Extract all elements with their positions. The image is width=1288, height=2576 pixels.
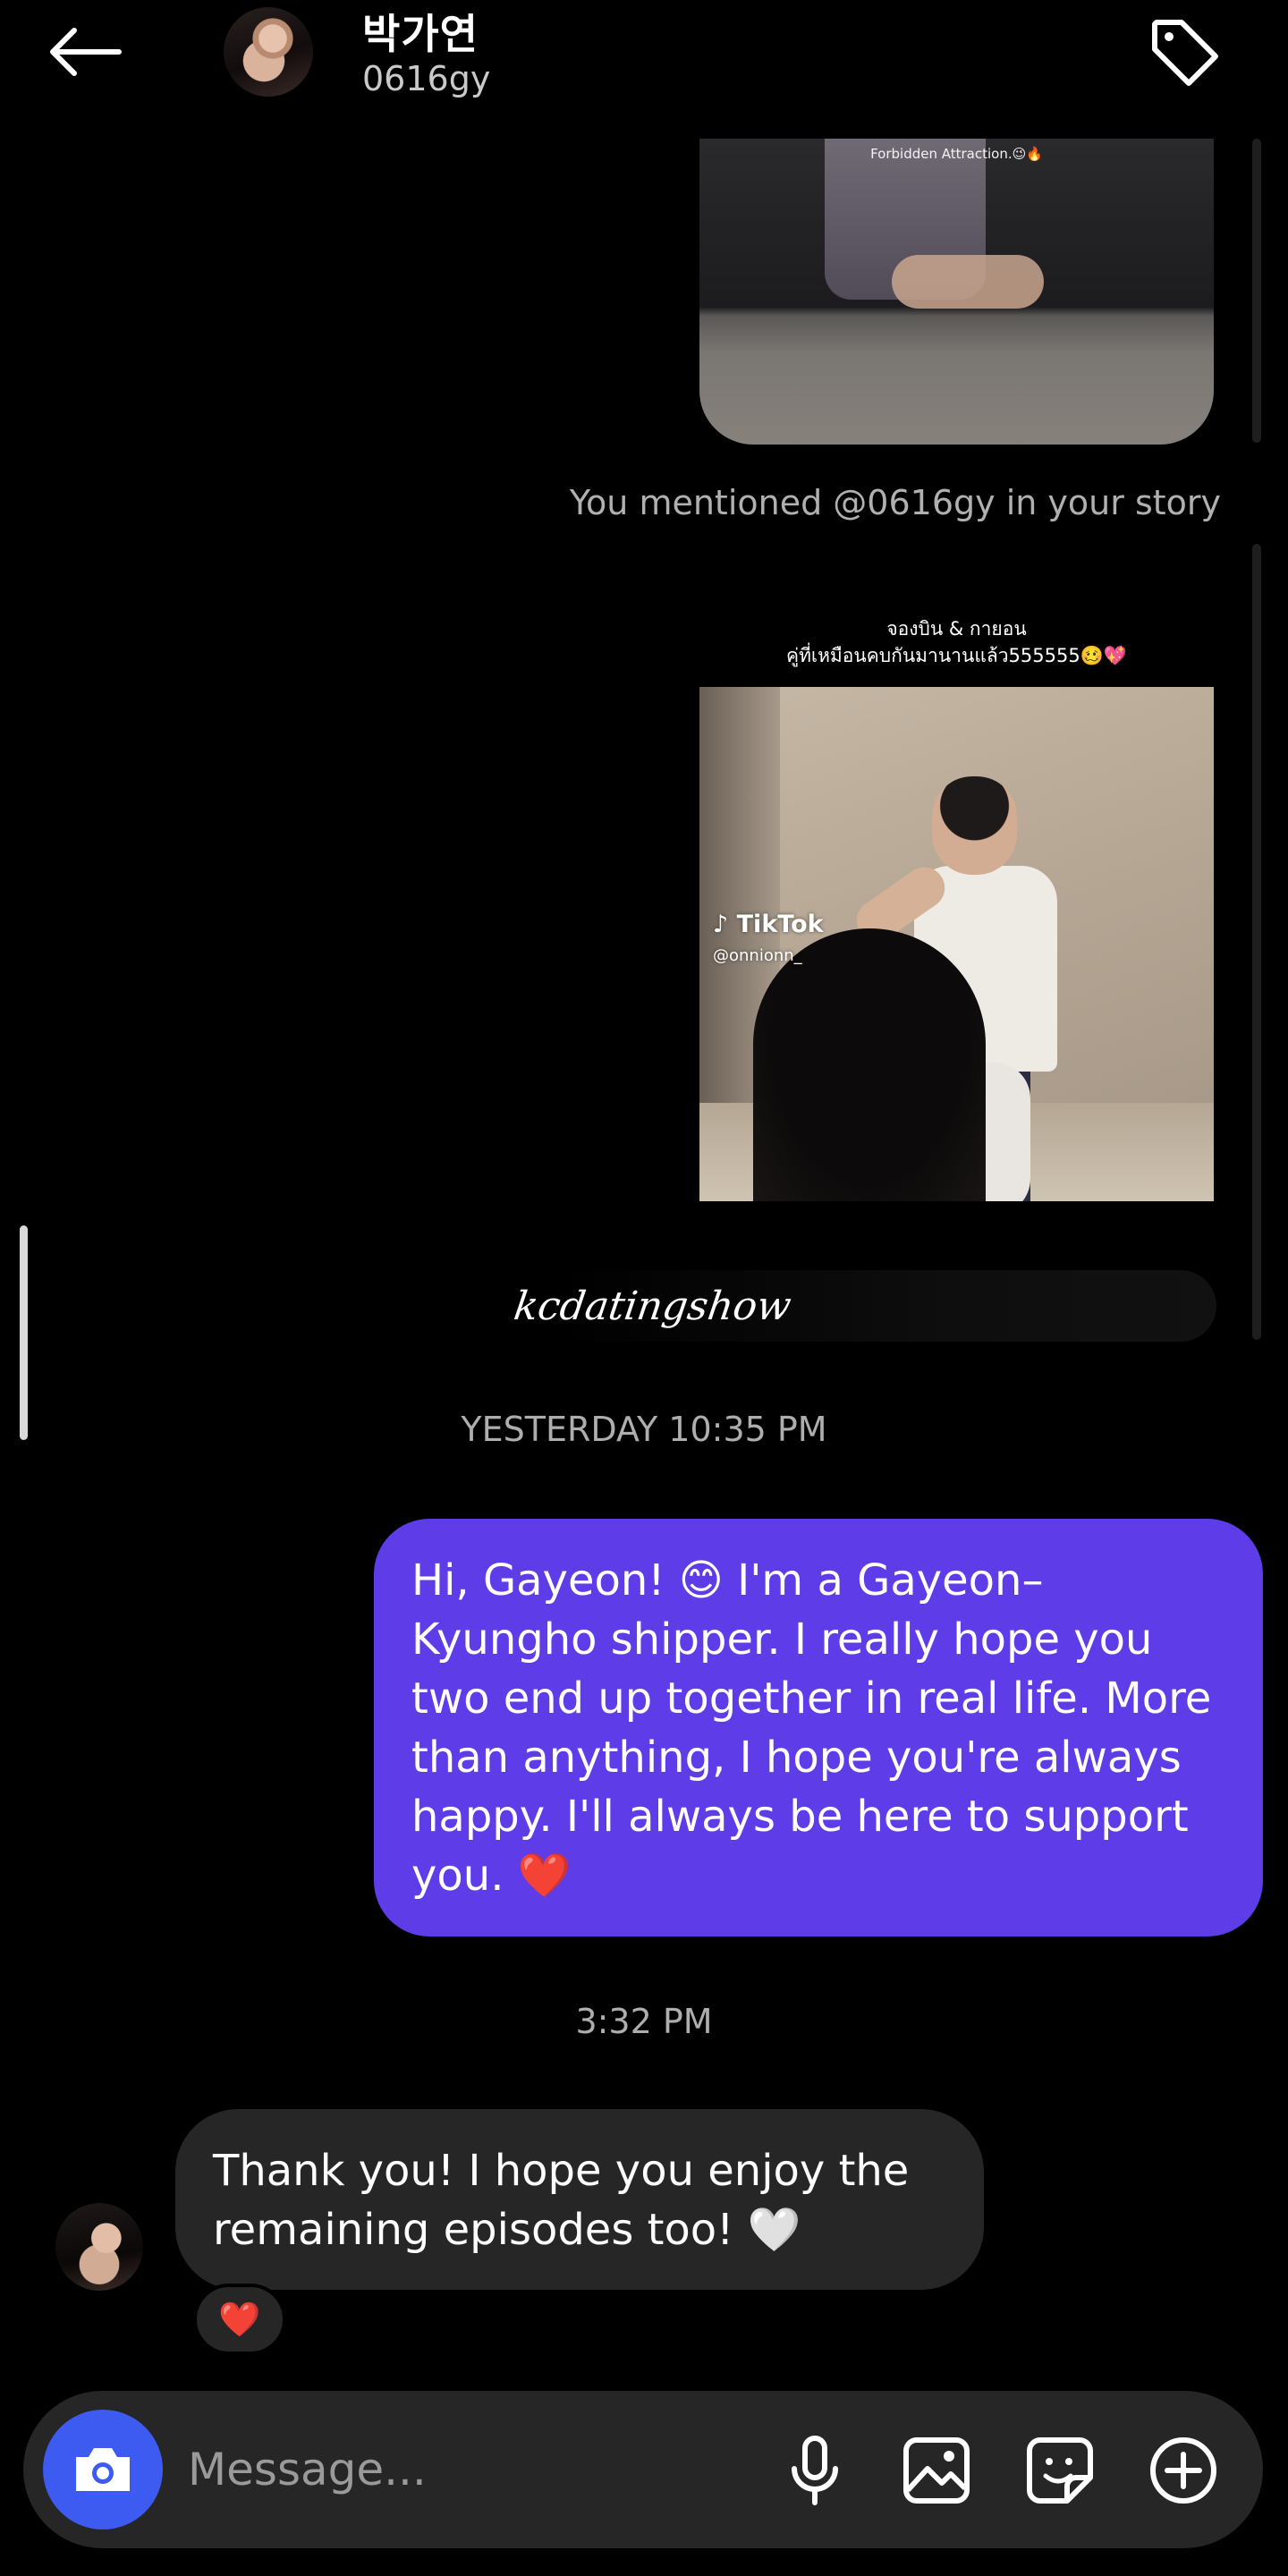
back-arrow-icon	[50, 28, 122, 76]
media-top-scrollbar[interactable]	[1252, 139, 1261, 443]
tag-button[interactable]	[1145, 13, 1225, 93]
shared-story-video[interactable]: ♪ TikTok @onnionn_	[699, 687, 1214, 1201]
mention-note: You mentioned @0616gy in your story	[569, 483, 1221, 522]
outgoing-message-text: Hi, Gayeon! 😊 I'm a Gayeon–Kyungho shipp…	[411, 1555, 1212, 1901]
gallery-button[interactable]	[896, 2430, 977, 2511]
contact-name[interactable]: 박가연	[362, 2, 479, 61]
story-caption-line1: จองบิน & กายอน	[886, 618, 1027, 640]
camera-button[interactable]	[43, 2410, 163, 2529]
microphone-icon	[792, 2436, 838, 2505]
tag-icon	[1152, 20, 1218, 86]
message-composer	[23, 2391, 1263, 2548]
video-person2-hair	[753, 928, 986, 1201]
plus-circle-icon	[1150, 2437, 1216, 2504]
sticker-icon	[1027, 2437, 1093, 2504]
timestamp-yesterday: YESTERDAY 10:35 PM	[461, 1410, 827, 1449]
incoming-message-bubble[interactable]: Thank you! I hope you enjoy the remainin…	[175, 2109, 984, 2290]
watermark-text: kcdatingshow	[511, 1284, 794, 1329]
story-scrollbar[interactable]	[1252, 544, 1261, 1340]
sender-avatar[interactable]	[55, 2203, 143, 2291]
more-options-button[interactable]	[1143, 2430, 1224, 2511]
tiktok-username: @onnionn_	[713, 946, 802, 965]
story-caption: จองบิน & กายอน คู่ที่เหมือนคบกันมานานแล้…	[699, 615, 1214, 669]
tiktok-logo: ♪ TikTok	[713, 911, 824, 938]
camera-icon	[76, 2448, 130, 2491]
shared-media-top[interactable]: Forbidden Attraction.😉🔥	[699, 139, 1214, 445]
incoming-message-text: Thank you! I hope you enjoy the remainin…	[213, 2146, 910, 2255]
video-person-head	[932, 776, 1017, 875]
outgoing-message-bubble[interactable]: Hi, Gayeon! 😊 I'm a Gayeon–Kyungho shipp…	[374, 1519, 1263, 1936]
timestamp-today: 3:32 PM	[575, 2002, 713, 2041]
contact-avatar[interactable]	[224, 7, 313, 97]
message-input[interactable]	[188, 2437, 742, 2502]
heart-reaction[interactable]: ❤️	[193, 2284, 286, 2355]
back-button[interactable]	[45, 16, 125, 88]
media-top-caption: Forbidden Attraction.😉🔥	[870, 146, 1043, 162]
tiktok-logo-text: TikTok	[736, 911, 824, 938]
chat-header: 박가연 0616gy	[0, 0, 1288, 134]
contact-username[interactable]: 0616gy	[362, 59, 490, 98]
story-caption-line2: คู่ที่เหมือนคบกันมานานแล้ว555555🥴💖	[786, 645, 1127, 666]
thread-scrollbar[interactable]	[20, 1225, 28, 1440]
voice-message-button[interactable]	[775, 2430, 855, 2511]
sticker-button[interactable]	[1020, 2430, 1100, 2511]
media-figure-hands	[892, 255, 1044, 309]
gallery-icon	[903, 2437, 970, 2504]
